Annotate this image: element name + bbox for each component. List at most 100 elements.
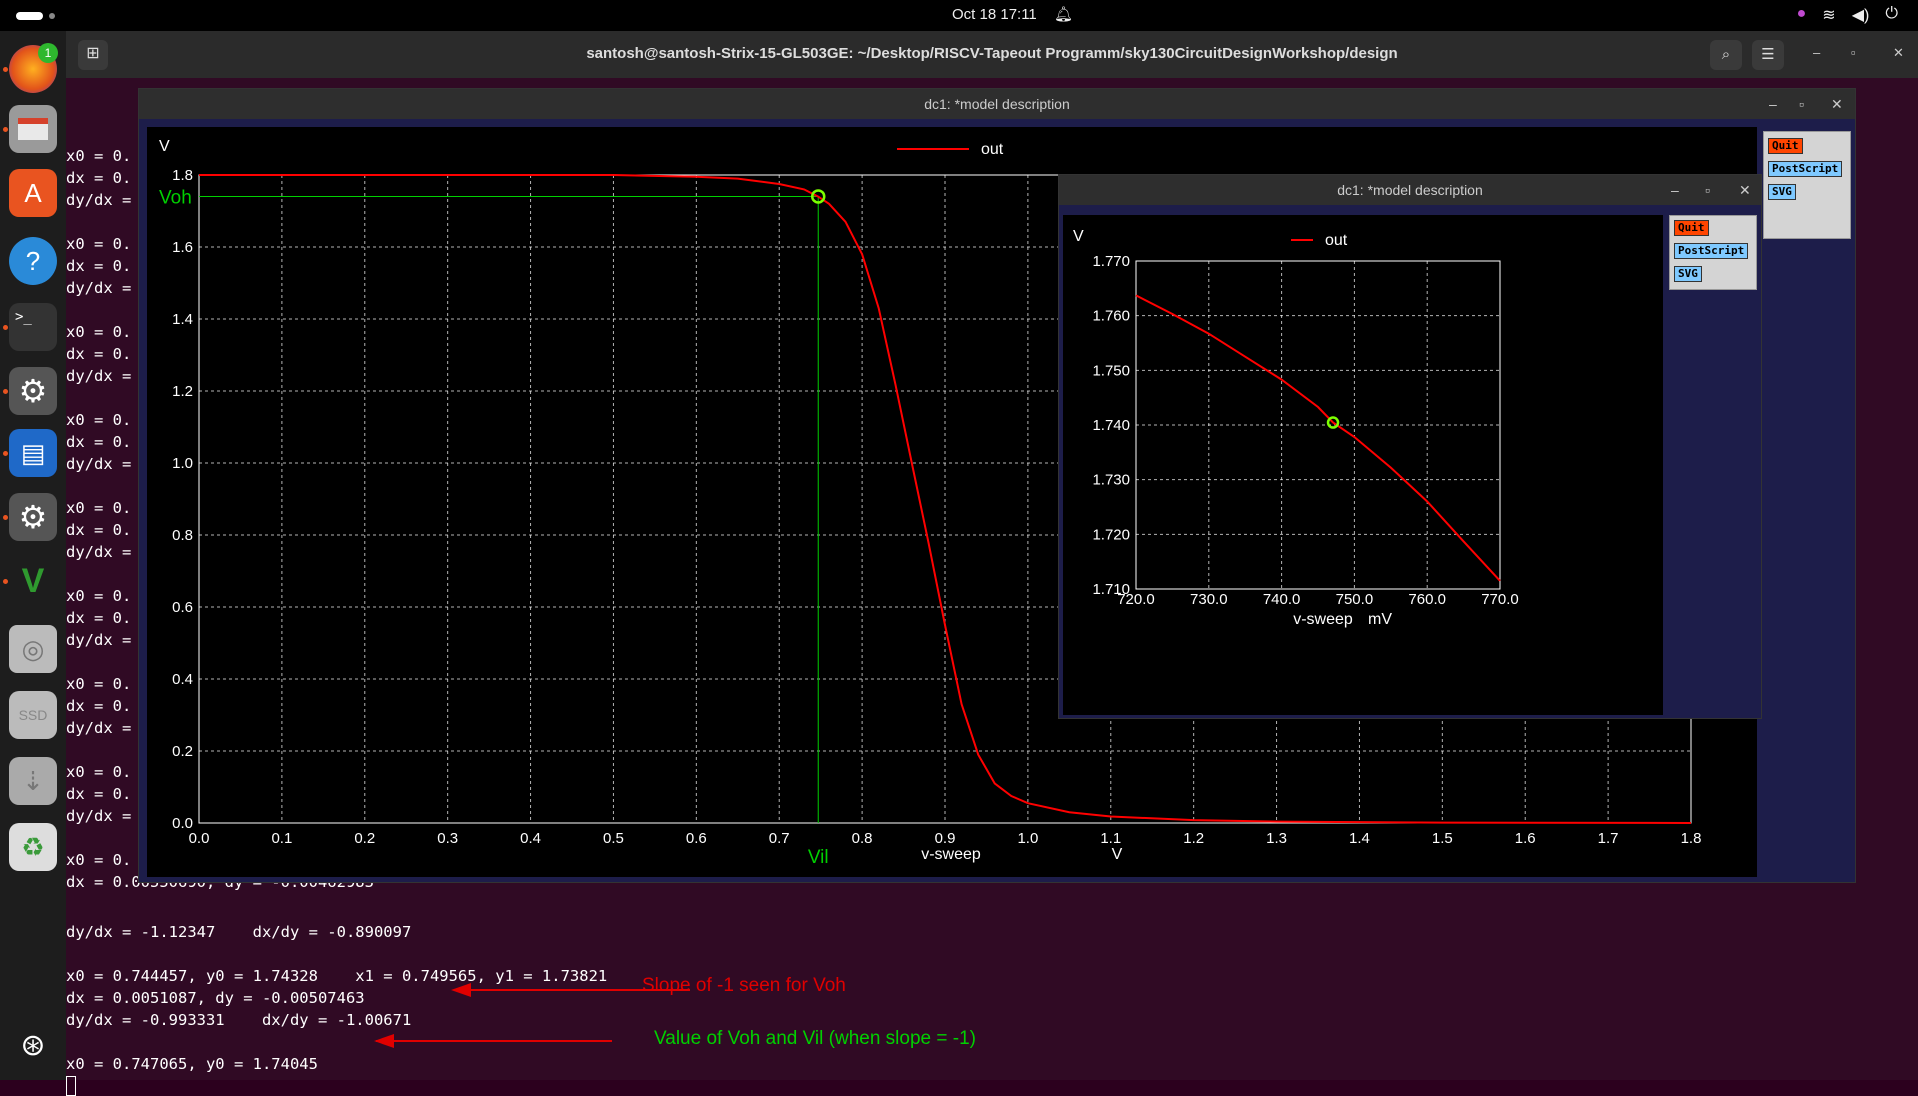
x-tick-label: 0.5 [603, 830, 624, 847]
wifi-icon[interactable]: ≋ [1822, 5, 1835, 25]
svg-button[interactable]: SVG [1768, 184, 1796, 200]
vil-label: Vil [808, 847, 829, 868]
legend-label: out [1325, 232, 1348, 249]
terminal-line: dy/dx = [66, 807, 132, 825]
postscript-button[interactable]: PostScript [1768, 161, 1843, 177]
writer-icon[interactable]: ▤ [9, 429, 57, 477]
vim-icon[interactable]: V [9, 557, 57, 605]
clock[interactable]: Oct 18 17:11 [952, 6, 1037, 23]
x-tick-label: 0.6 [686, 830, 707, 847]
workspace-indicator[interactable] [16, 12, 43, 20]
search-button[interactable]: ⌕ [1710, 40, 1742, 70]
terminal-line: x0 = 0.744457, y0 = 1.74328 x1 = 0.74956… [66, 967, 608, 985]
voh-label: Voh [159, 187, 192, 208]
y-tick-label: 1.6 [172, 239, 193, 256]
files-icon[interactable] [9, 105, 57, 153]
terminal-line: dy/dx = [66, 279, 132, 297]
x-tick-label: 740.0 [1263, 591, 1301, 608]
running-indicator [3, 127, 8, 132]
terminal-line: dx = 0. [66, 521, 132, 539]
x-axis-unit: V [1112, 846, 1123, 863]
running-indicator [3, 325, 8, 330]
x-tick-label: 1.6 [1515, 830, 1536, 847]
x-axis-unit: mV [1368, 611, 1392, 628]
usb-icon[interactable]: ⇣ [9, 757, 57, 805]
x-tick-label: 1.1 [1100, 830, 1121, 847]
main-plot-titlebar[interactable]: dc1: *model description – ▫ ✕ [139, 89, 1855, 119]
close-button[interactable]: ✕ [1893, 45, 1904, 61]
workspace-dot[interactable] [49, 13, 55, 19]
terminal-line: dx = 0. [66, 169, 132, 187]
y-tick-label: 0.4 [172, 671, 193, 688]
menu-button[interactable]: ☰ [1752, 40, 1784, 70]
y-tick-label: 1.770 [1092, 253, 1130, 270]
x-tick-label: 1.0 [1017, 830, 1038, 847]
dock: 1 A ? >_ ⚙ ▤ ⚙ V ◎ SSD ⇣ ♻ ⊛ [0, 31, 66, 1080]
y-tick-label: 1.750 [1092, 362, 1130, 379]
ssd-icon[interactable]: SSD [9, 691, 57, 739]
terminal-line: dy/dx = [66, 543, 132, 561]
arrow-2 [376, 1040, 612, 1042]
maximize-button[interactable]: ▫ [1799, 89, 1804, 119]
minimize-button[interactable]: – [1813, 45, 1820, 60]
postscript-button[interactable]: PostScript [1674, 243, 1749, 259]
zoom-chart[interactable]: 720.0 730.0 740.0 750.0 760.0 770.01.7101.720… [1063, 215, 1663, 715]
terminal-line: x0 = 0. [66, 147, 132, 165]
terminal-icon[interactable]: >_ [9, 303, 57, 351]
running-indicator [3, 67, 8, 72]
app-icon[interactable]: ● [1797, 5, 1807, 25]
x-tick-label: 1.8 [1681, 830, 1702, 847]
power-icon[interactable]: ⏻ [1885, 5, 1898, 25]
svg-button[interactable]: SVG [1674, 266, 1702, 282]
terminal-line: x0 = 0. [66, 235, 132, 253]
quit-button[interactable]: Quit [1674, 220, 1709, 236]
zoom-plot-title: dc1: *model description [1337, 182, 1483, 198]
trash-icon[interactable]: ♻ [9, 823, 57, 871]
x-tick-label: 0.1 [271, 830, 292, 847]
running-indicator [3, 389, 8, 394]
x-tick-label: 0.2 [354, 830, 375, 847]
terminal-line: x0 = 0. [66, 587, 132, 605]
arrowhead-2 [374, 1034, 394, 1048]
software-updater-icon[interactable]: ⚙ [9, 493, 57, 541]
x-tick-label: 1.3 [1266, 830, 1287, 847]
restore-button[interactable]: ▫ [1851, 45, 1856, 60]
terminal-line: dy/dx = [66, 367, 132, 385]
y-tick-label: 1.710 [1092, 581, 1130, 598]
disc-icon[interactable]: ◎ [9, 625, 57, 673]
search-icon: ⌕ [1721, 46, 1731, 63]
system-tray[interactable]: ● ≋ ◀︎) ⏻ [1797, 5, 1898, 25]
y-tick-label: 1.730 [1092, 472, 1130, 489]
bell-icon[interactable]: 🔔︎ [1054, 5, 1073, 23]
zoom-plot-window[interactable]: dc1: *model description – ▫ ✕ 720.0 730.0… [1058, 174, 1762, 719]
terminal-line: dx = 0. [66, 697, 132, 715]
arrowhead-1 [451, 983, 471, 997]
close-button[interactable]: ✕ [1831, 89, 1843, 119]
y-tick-label: 1.4 [172, 311, 193, 328]
x-tick-label: 760.0 [1408, 591, 1446, 608]
main-plot-title: dc1: *model description [924, 96, 1070, 112]
x-tick-label: 1.7 [1598, 830, 1619, 847]
series-line-out [1135, 294, 1501, 582]
show-apps-icon[interactable]: ⊛ [9, 1021, 57, 1069]
y-tick-label: 0.2 [172, 743, 193, 760]
y-tick-label: 0.0 [172, 815, 193, 832]
close-button[interactable]: ✕ [1739, 175, 1751, 205]
x-axis-label: v-sweep [1293, 611, 1353, 628]
terminal-line: dy/dx = -1.12347 dx/dy = -0.890097 [66, 923, 412, 941]
x-tick-label: 730.0 [1190, 591, 1228, 608]
quit-button[interactable]: Quit [1768, 138, 1803, 154]
help-icon[interactable]: ? [9, 237, 57, 285]
settings-icon[interactable]: ⚙ [9, 367, 57, 415]
y-tick-label: 1.740 [1092, 417, 1130, 434]
zoom-plot-area[interactable]: 720.0 730.0 740.0 750.0 760.0 770.0 1.710 1.720… [1063, 215, 1663, 715]
zoom-plot-titlebar[interactable]: dc1: *model description – ▫ ✕ [1059, 175, 1761, 205]
app-center-icon[interactable]: A [9, 169, 57, 217]
maximize-button[interactable]: ▫ [1705, 175, 1710, 205]
x-tick-label: 0.8 [852, 830, 873, 847]
minimize-button[interactable]: – [1769, 89, 1777, 119]
minimize-button[interactable]: – [1671, 175, 1679, 205]
y-axis-label: V [1073, 228, 1084, 245]
volume-icon[interactable]: ◀︎) [1852, 5, 1870, 25]
terminal-line: x0 = 0. [66, 323, 132, 341]
